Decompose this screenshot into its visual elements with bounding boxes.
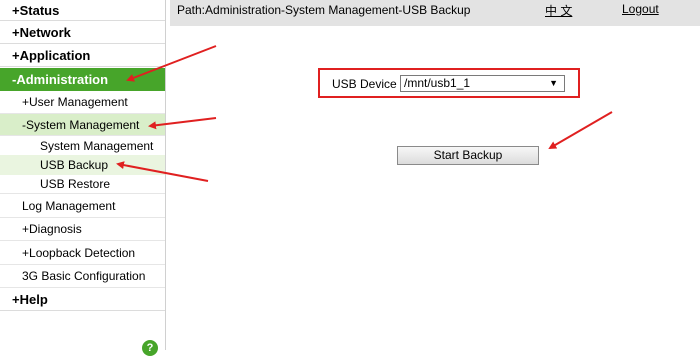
sidebar-item-log-management[interactable]: Log Management (0, 195, 165, 218)
sidebar-item-label: USB Restore (40, 177, 111, 191)
sidebar: + Status + Network + Application - Administr… (0, 0, 166, 356)
sidebar-item-label: Network (19, 25, 71, 40)
sidebar-item-status[interactable]: + Status (0, 0, 165, 21)
expand-icon: + (12, 2, 20, 18)
start-backup-button[interactable]: Start Backup (397, 146, 539, 165)
logout-link[interactable]: Logout (622, 2, 659, 16)
sidebar-item-label: Diagnosis (29, 222, 82, 236)
sidebar-item-label: System Management (26, 117, 140, 132)
expand-icon: + (22, 245, 30, 260)
usb-device-label: USB Device (332, 77, 397, 91)
sidebar-item-label: Administration (16, 72, 109, 87)
sidebar-item-administration[interactable]: - Administration (0, 68, 165, 91)
expand-icon: + (22, 222, 30, 236)
sidebar-item-label: User Management (29, 95, 128, 109)
sidebar-item-label: Status (19, 2, 60, 18)
language-link[interactable]: 中 文 (545, 2, 572, 19)
sidebar-item-label: Log Management (22, 199, 116, 213)
sidebar-subitem-usb-backup[interactable]: USB Backup (0, 155, 165, 175)
help-icon[interactable]: ? (142, 340, 158, 356)
breadcrumb: Path:Administration-System Management-US… (177, 3, 471, 17)
path-bar: Path:Administration-System Management-US… (170, 0, 700, 26)
expand-icon: + (12, 48, 20, 63)
expand-icon: + (12, 291, 20, 307)
sidebar-subitem-usb-restore[interactable]: USB Restore (0, 175, 165, 194)
sidebar-item-label: Application (19, 48, 91, 63)
sidebar-item-system-management[interactable]: - System Management (0, 114, 165, 136)
usb-device-highlight: USB Device /mnt/usb1_1 ▼ (318, 68, 580, 98)
sidebar-item-label: Loopback Detection (29, 245, 136, 260)
sidebar-item-application[interactable]: + Application (0, 45, 165, 67)
sidebar-item-network[interactable]: + Network (0, 22, 165, 44)
sidebar-item-loopback-detection[interactable]: + Loopback Detection (0, 241, 165, 265)
usb-device-value: /mnt/usb1_1 (404, 76, 471, 90)
dropdown-arrow-icon: ▼ (549, 78, 558, 88)
expand-icon: + (22, 95, 30, 109)
sidebar-item-label: Help (19, 291, 48, 307)
content-area: USB Device /mnt/usb1_1 ▼ Start Backup (170, 26, 700, 350)
sidebar-item-diagnosis[interactable]: + Diagnosis (0, 218, 165, 241)
sidebar-item-label: 3G Basic Configuration (22, 269, 146, 283)
sidebar-subitem-system-management[interactable]: System Management (0, 136, 165, 155)
expand-icon: + (12, 25, 20, 40)
sidebar-item-help[interactable]: + Help (0, 288, 165, 311)
sidebar-item-3g-basic-configuration[interactable]: 3G Basic Configuration (0, 265, 165, 288)
sidebar-item-label: System Management (40, 138, 154, 153)
sidebar-item-user-management[interactable]: + User Management (0, 91, 165, 114)
sidebar-item-label: USB Backup (40, 158, 109, 172)
usb-device-select[interactable]: /mnt/usb1_1 ▼ (400, 75, 565, 92)
